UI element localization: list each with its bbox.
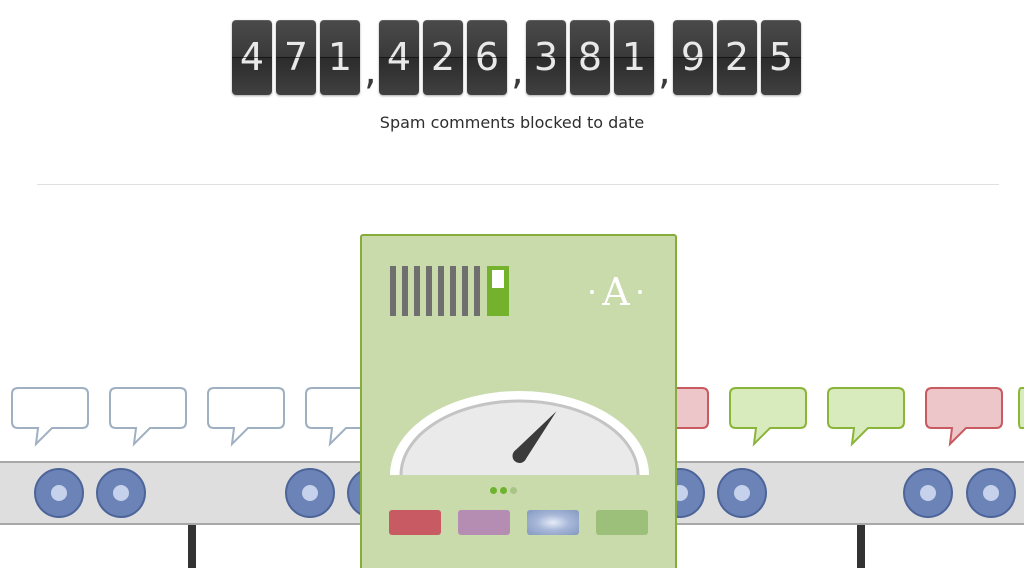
meter-bar [438, 266, 444, 316]
spam-filter-machine: A [360, 234, 677, 568]
approved-comment-speech-bubble-icon [827, 387, 905, 447]
counter-digit: 4 [232, 20, 272, 95]
counter-caption: Spam comments blocked to date [379, 113, 645, 132]
conveyor-wheel [285, 468, 335, 518]
counter-digit: 1 [614, 20, 654, 95]
status-indicator-dot [490, 487, 497, 494]
counter-digit: 2 [717, 20, 757, 95]
incoming-comment-speech-bubble-icon [11, 387, 89, 447]
status-indicator-dot [510, 487, 517, 494]
conveyor-wheel [717, 468, 767, 518]
conveyor-wheel [96, 468, 146, 518]
counter-digit: 5 [761, 20, 801, 95]
logo-dot [590, 290, 594, 294]
counter-digit: 6 [467, 20, 507, 95]
spam-counter: 4 7 1 , 4 2 6 , 3 8 1 , 9 2 5 [0, 20, 1024, 96]
switch-knob [492, 270, 504, 288]
section-divider [37, 184, 999, 185]
counter-digit: 3 [526, 20, 566, 95]
power-switch [487, 266, 509, 316]
meter-bar [474, 266, 480, 316]
approved-comment-speech-bubble-icon [729, 387, 807, 447]
counter-separator: , [658, 48, 671, 94]
conveyor-leg [857, 525, 865, 568]
meter-bar [450, 266, 456, 316]
counter-digit: 4 [379, 20, 419, 95]
meter-bar [390, 266, 396, 316]
logo-letter: A [602, 270, 630, 314]
logo-dot [638, 290, 642, 294]
spam-comment-speech-bubble-icon [925, 387, 1003, 447]
counter-separator: , [511, 48, 524, 94]
conveyor-wheel [966, 468, 1016, 518]
conveyor-wheel [903, 468, 953, 518]
spam-gauge [390, 391, 649, 476]
akismet-logo-icon: A [586, 270, 646, 314]
meter-bar [414, 266, 420, 316]
incoming-comment-speech-bubble-icon [109, 387, 187, 447]
led-red [389, 510, 441, 535]
counter-digit: 1 [320, 20, 360, 95]
meter-bar [426, 266, 432, 316]
counter-digit: 7 [276, 20, 316, 95]
meter-bar [402, 266, 408, 316]
led-purple [458, 510, 510, 535]
counter-digit: 2 [423, 20, 463, 95]
led-blue [527, 510, 579, 535]
meter-bar [462, 266, 468, 316]
counter-digit: 8 [570, 20, 610, 95]
led-green [596, 510, 648, 535]
approved-comment-speech-bubble-icon [1018, 387, 1024, 429]
status-indicator-dot [500, 487, 507, 494]
spam-counter-page: 4 7 1 , 4 2 6 , 3 8 1 , 9 2 5 Spam comme… [0, 0, 1024, 568]
counter-separator: , [364, 48, 377, 94]
incoming-comment-speech-bubble-icon [207, 387, 285, 447]
conveyor-leg [188, 525, 196, 568]
counter-digit: 9 [673, 20, 713, 95]
conveyor-wheel [34, 468, 84, 518]
